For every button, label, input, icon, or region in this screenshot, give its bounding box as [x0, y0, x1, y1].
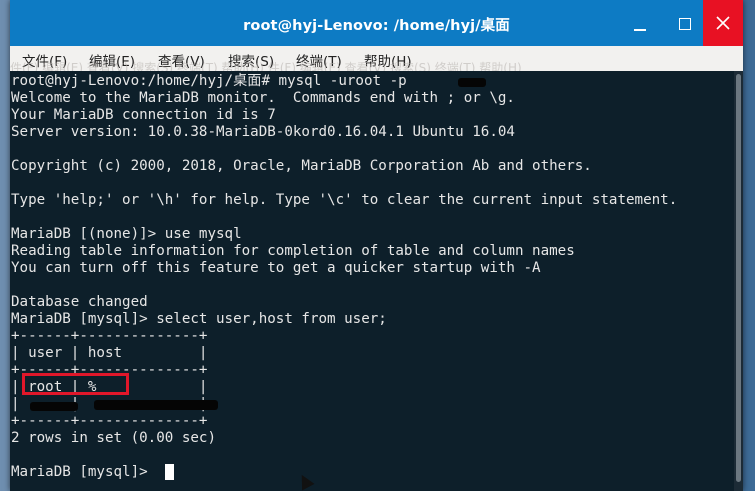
- minimize-icon: [634, 29, 646, 31]
- background-window-text: 件(F) 编辑(E) 查看(V) 搜索(S) 终端(T) 帮助(H) 件(F) …: [10, 61, 522, 71]
- terminal-line: Your MariaDB connection id is 7: [11, 107, 276, 123]
- password-redaction: [458, 78, 486, 87]
- scrollbar[interactable]: [734, 71, 743, 491]
- terminal-line: Copyright (c) 2000, 2018, Oracle, MariaD…: [11, 158, 592, 174]
- terminal-line: Server version: 10.0.38-MariaDB-0kord0.1…: [11, 124, 515, 140]
- table-border: +------+--------------+: [11, 413, 208, 429]
- terminal-line: MariaDB [(none)]> use mysql: [11, 226, 242, 242]
- highlight-box: [22, 373, 129, 395]
- terminal-output[interactable]: root@hyj-Lenovo:/home/hyj/桌面# mysql -uro…: [10, 71, 734, 491]
- maximize-icon: [679, 18, 691, 30]
- title-bar[interactable]: root@hyj-Lenovo: /home/hyj/桌面: [10, 0, 743, 46]
- terminal-line: Reading table information for completion…: [11, 243, 575, 259]
- table-header-row: | user | host |: [11, 345, 208, 361]
- text-cursor: [165, 464, 174, 480]
- host-redaction: [94, 400, 218, 410]
- terminal-line: MariaDB [mysql]> select user,host from u…: [11, 311, 387, 327]
- close-icon: [716, 16, 730, 30]
- terminal-line: Welcome to the MariaDB monitor. Commands…: [11, 90, 515, 106]
- minimize-button[interactable]: [620, 6, 660, 42]
- desktop-right-strip: [741, 0, 755, 491]
- terminal-line: Database changed: [11, 294, 148, 310]
- user-redaction: [30, 402, 78, 411]
- terminal-line: Type 'help;' or '\h' for help. Type '\c'…: [11, 192, 678, 208]
- terminal-line: You can turn off this feature to get a q…: [11, 260, 541, 276]
- terminal-line: 2 rows in set (0.00 sec): [11, 430, 216, 446]
- scrollbar-thumb[interactable]: [736, 74, 741, 482]
- table-border: +------+--------------+: [11, 328, 208, 344]
- maximize-button[interactable]: [665, 6, 705, 42]
- terminal-prompt: MariaDB [mysql]>: [11, 464, 157, 480]
- terminal-line: root@hyj-Lenovo:/home/hyj/桌面# mysql -uro…: [11, 73, 407, 89]
- desktop-left-strip: [0, 0, 10, 491]
- terminal-window: root@hyj-Lenovo: /home/hyj/桌面 文件(F) 编辑(E…: [10, 0, 743, 491]
- close-button[interactable]: [703, 0, 743, 46]
